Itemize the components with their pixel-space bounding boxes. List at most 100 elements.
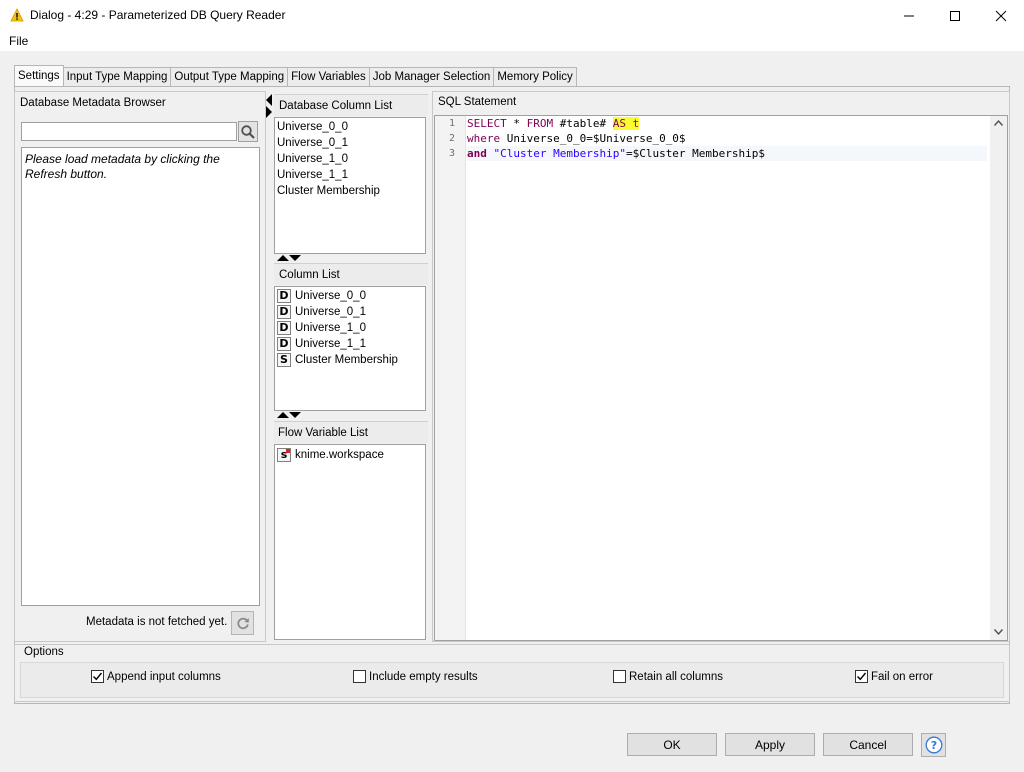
list-item[interactable]: Universe_1_0 bbox=[277, 151, 348, 167]
options-title: Options bbox=[24, 646, 64, 658]
sql-statement-title: SQL Statement bbox=[438, 96, 517, 108]
list-item-label: Universe_1_1 bbox=[295, 338, 366, 350]
sql-keyword: SELECT bbox=[467, 117, 507, 130]
list-item-label: knime.workspace bbox=[295, 449, 384, 461]
sql-editor[interactable]: 1 2 3 SELECT * FROM #table# AS t where U… bbox=[434, 115, 1008, 641]
flow-variable-list-title: Flow Variable List bbox=[278, 427, 368, 439]
include-empty-results-checkbox[interactable]: Include empty results bbox=[353, 670, 478, 683]
menu-bar: File bbox=[0, 31, 1024, 51]
checkbox-unchecked-icon bbox=[613, 670, 626, 683]
db-column-list-title: Database Column List bbox=[279, 100, 393, 112]
cancel-button[interactable]: Cancel bbox=[823, 733, 913, 756]
list-item[interactable]: Universe_1_1 bbox=[277, 167, 348, 183]
split-arrows-icon[interactable] bbox=[277, 412, 301, 419]
sql-text: =$Cluster Membership$ bbox=[625, 147, 766, 160]
checkbox-checked-icon bbox=[91, 670, 104, 683]
checkbox-label: Fail on error bbox=[871, 670, 933, 683]
list-item[interactable]: D Universe_0_0 bbox=[277, 288, 366, 304]
checkbox-unchecked-icon bbox=[353, 670, 366, 683]
metadata-search-input[interactable] bbox=[21, 122, 237, 141]
code-line: where Universe_0_0=$Universe_0_0$ bbox=[467, 131, 686, 146]
tab-output-type-mapping[interactable]: Output Type Mapping bbox=[170, 67, 289, 86]
apply-button[interactable]: Apply bbox=[725, 733, 815, 756]
scroll-up-icon[interactable] bbox=[994, 120, 1003, 126]
list-item[interactable]: S Cluster Membership bbox=[277, 352, 398, 368]
title-bar: Dialog - 4:29 - Parameterized DB Query R… bbox=[0, 0, 1024, 31]
help-glyph: ? bbox=[930, 739, 936, 752]
list-item[interactable]: Universe_0_0 bbox=[277, 119, 348, 135]
list-item[interactable]: D Universe_1_1 bbox=[277, 336, 366, 352]
column-list-header: Column List bbox=[274, 263, 428, 285]
flow-variable-list[interactable]: s knime.workspace bbox=[274, 444, 426, 640]
sql-text: Universe_0_0=$Universe_0_0$ bbox=[500, 132, 686, 145]
list-item[interactable]: Cluster Membership bbox=[277, 183, 380, 199]
db-column-list[interactable]: Universe_0_0 Universe_0_1 Universe_1_0 U… bbox=[274, 117, 426, 254]
highlighted-text: AS t bbox=[612, 117, 640, 130]
search-button[interactable] bbox=[238, 121, 258, 142]
sql-keyword: FROM bbox=[526, 117, 554, 130]
close-button[interactable] bbox=[978, 0, 1024, 31]
maximize-button[interactable] bbox=[932, 0, 978, 31]
flow-variable-list-header: Flow Variable List bbox=[274, 421, 428, 443]
ok-button[interactable]: OK bbox=[627, 733, 717, 756]
checkbox-label: Retain all columns bbox=[629, 670, 723, 683]
retain-all-columns-checkbox[interactable]: Retain all columns bbox=[613, 670, 723, 683]
scroll-down-icon[interactable] bbox=[994, 629, 1003, 635]
menu-file[interactable]: File bbox=[9, 34, 28, 48]
sql-text: * bbox=[506, 117, 527, 130]
metadata-message: Please load metadata by clicking the Ref… bbox=[25, 152, 220, 181]
column-list-title: Column List bbox=[279, 269, 340, 281]
sql-text: #table# bbox=[553, 117, 613, 130]
line-number: 3 bbox=[448, 148, 455, 159]
variable-marker-icon bbox=[286, 449, 290, 453]
checkbox-label: Append input columns bbox=[107, 670, 221, 683]
window-title: Dialog - 4:29 - Parameterized DB Query R… bbox=[30, 8, 286, 22]
sql-keyword: and bbox=[467, 147, 487, 160]
collapse-arrows-icon bbox=[266, 94, 272, 118]
sql-string: "Cluster Membership" bbox=[493, 147, 626, 160]
metadata-browser-title: Database Metadata Browser bbox=[20, 97, 166, 109]
close-icon bbox=[995, 10, 1007, 21]
db-column-list-header: Database Column List bbox=[274, 94, 428, 116]
list-item[interactable]: Universe_0_1 bbox=[277, 135, 348, 151]
metadata-tree[interactable]: Please load metadata by clicking the Ref… bbox=[21, 147, 260, 606]
refresh-button[interactable] bbox=[231, 611, 254, 635]
list-item-label: Universe_0_1 bbox=[295, 306, 366, 318]
search-icon bbox=[241, 124, 255, 139]
checkbox-checked-icon bbox=[855, 670, 868, 683]
double-type-icon: D bbox=[277, 305, 291, 319]
tab-job-manager-selection[interactable]: Job Manager Selection bbox=[368, 67, 495, 86]
help-icon: ? bbox=[925, 736, 942, 754]
double-type-icon: D bbox=[277, 337, 291, 351]
vertical-scrollbar[interactable] bbox=[990, 116, 1007, 640]
list-item-label: Cluster Membership bbox=[295, 354, 398, 366]
splitter[interactable] bbox=[265, 91, 273, 642]
minimize-button[interactable] bbox=[886, 0, 932, 31]
string-variable-icon: s bbox=[277, 448, 291, 462]
tab-flow-variables[interactable]: Flow Variables bbox=[287, 67, 370, 86]
list-item[interactable]: D Universe_0_1 bbox=[277, 304, 366, 320]
list-item[interactable]: s knime.workspace bbox=[277, 447, 384, 463]
help-button[interactable]: ? bbox=[921, 733, 946, 757]
fail-on-error-checkbox[interactable]: Fail on error bbox=[855, 670, 933, 683]
sql-keyword: where bbox=[467, 132, 501, 145]
tab-settings[interactable]: Settings bbox=[14, 65, 64, 86]
line-number: 2 bbox=[448, 133, 455, 144]
metadata-status: Metadata is not fetched yet. bbox=[86, 616, 228, 628]
list-item-label: Universe_0_0 bbox=[295, 290, 366, 302]
knime-warning-icon bbox=[10, 8, 24, 22]
minimize-icon bbox=[904, 15, 914, 16]
column-list[interactable]: D Universe_0_0 D Universe_0_1 D Universe… bbox=[274, 286, 426, 411]
append-input-columns-checkbox[interactable]: Append input columns bbox=[91, 670, 221, 683]
tab-input-type-mapping[interactable]: Input Type Mapping bbox=[62, 67, 172, 86]
refresh-icon bbox=[236, 617, 249, 630]
code-line: SELECT * FROM #table# AS t bbox=[467, 116, 640, 131]
split-arrows-icon[interactable] bbox=[277, 255, 301, 262]
tab-memory-policy[interactable]: Memory Policy bbox=[493, 67, 577, 86]
maximize-icon bbox=[950, 10, 960, 21]
line-number-gutter: 1 2 3 bbox=[435, 116, 466, 640]
list-item[interactable]: D Universe_1_0 bbox=[277, 320, 366, 336]
line-number: 1 bbox=[448, 118, 455, 129]
code-line-current: and "Cluster Membership"=$Cluster Member… bbox=[467, 146, 987, 161]
